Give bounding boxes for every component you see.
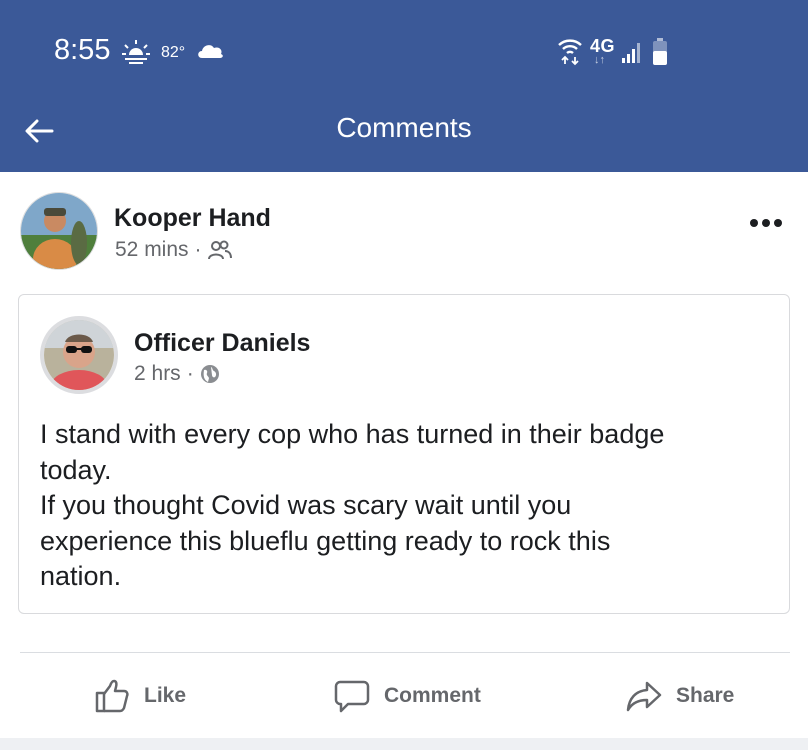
text-line: nation. [40,561,122,591]
sun-cloud-icon [122,40,150,64]
battery-icon [653,38,667,65]
globe-icon [200,365,219,383]
shared-time[interactable]: 2 hrs [134,362,181,386]
thumbs-up-icon [95,679,129,713]
post-header: Kooper Hand 52 mins · [0,172,808,292]
shared-meta: 2 hrs · [134,362,220,386]
text-line: today. [40,454,112,485]
share-arrow-icon [626,681,662,712]
more-dots-icon[interactable] [748,212,784,234]
status-time: 8:55 [54,34,111,66]
shared-post-text: I stand with every cop who has turned in… [40,417,770,595]
meta-separator: · [186,362,194,385]
post-time[interactable]: 52 mins [115,238,189,262]
post-meta: 52 mins · [115,238,232,262]
text-line: If you thought Covid was scary wait unti… [40,490,572,520]
comment-label: Comment [384,684,481,707]
shared-author[interactable]: Officer Daniels [134,329,310,358]
status-bar: 8:55 82° 4G ↓↑ [0,0,808,100]
friends-icon [207,240,232,260]
page-title: Comments [336,112,472,143]
divider [20,652,790,653]
text-line: I stand with every cop who has turned in… [40,419,665,449]
text-line: experience this blueflu getting ready to… [40,525,611,556]
bottom-separator [0,738,808,750]
cloud-icon [198,45,223,58]
comment-button[interactable]: Comment [334,674,481,718]
data-arrows-icon: ↓↑ [594,54,605,66]
post-actions: Like Comment Share [0,660,808,730]
avatar-officer-daniels[interactable] [40,316,118,394]
wifi-icon [558,39,582,66]
shared-post-card[interactable]: Officer Daniels 2 hrs · I stand with eve… [18,294,790,614]
avatar-kooper-hand[interactable] [20,192,98,270]
like-label: Like [144,684,187,707]
temperature: 82° [161,44,186,61]
share-button[interactable]: Share [626,674,734,718]
like-button[interactable]: Like [94,674,186,718]
app-bar: Comments [0,100,808,172]
signal-icon [622,43,640,63]
post-author[interactable]: Kooper Hand [114,204,271,233]
meta-separator: · [194,238,202,261]
comment-bubble-icon [334,680,370,713]
top-bar: 8:55 82° 4G ↓↑ Comments [0,0,808,172]
share-label: Share [676,684,735,707]
